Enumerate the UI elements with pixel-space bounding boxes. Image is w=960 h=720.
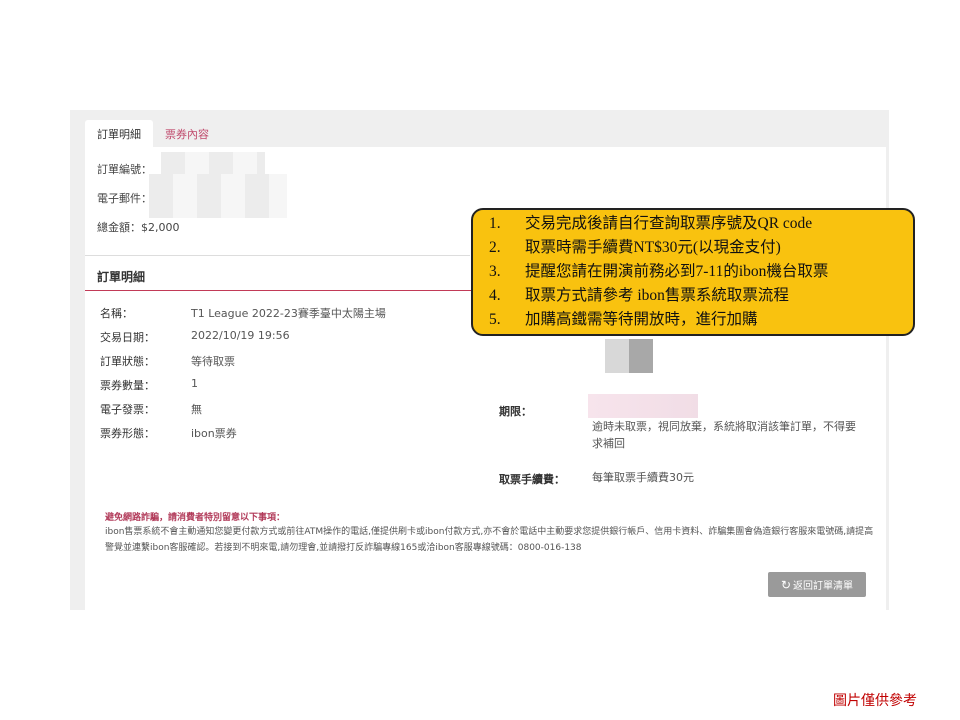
refresh-icon: ↻ [780, 577, 792, 592]
section-underline [85, 290, 485, 291]
tab-bar: 訂單明細 票券內容 [85, 120, 221, 147]
fee-label: 取票手續費： [499, 473, 565, 486]
detail-value-name: T1 League 2022-23賽季臺中太陽主場 [191, 307, 386, 320]
instruction-number: 3. [489, 263, 501, 280]
instruction-text: 取票時需手續費NT$30元(以現金支付) [525, 239, 781, 256]
instruction-item: 3. 提醒您請在開演前務必到7-11的ibon機台取票 [489, 260, 913, 284]
instruction-number: 4. [489, 287, 501, 304]
deadline-text: 逾時未取票，視同放棄，系統將取消該筆訂單，不得要求補回 [592, 420, 856, 450]
detail-value-date: 2022/10/19 19:56 [191, 329, 290, 342]
fee-value: 每筆取票手續費30元 [592, 471, 694, 484]
email-label: 電子郵件： [97, 192, 152, 205]
section-title: 訂單明細 [97, 270, 146, 284]
instruction-text: 加購高鐵需等待開放時，進行加購 [525, 311, 758, 328]
instruction-text: 交易完成後請自行查詢取票序號及QR code [525, 215, 813, 232]
warning-body: ibon售票系統不會主動通知您變更付款方式或前往ATM操作的電話,僅提供刷卡或i… [105, 527, 874, 553]
order-panel: 訂單明細 票券內容 訂單編號： 電子郵件： 總金額：$2,000 訂單明細 名稱… [70, 110, 889, 610]
back-button-label: 返回訂單清單 [793, 581, 854, 592]
reference-only-note: 圖片僅供參考 [833, 693, 917, 709]
instruction-item: 5. 加購高鐵需等待開放時，進行加購 [489, 308, 913, 332]
detail-label-date: 交易日期： [100, 331, 155, 344]
total-amount: 總金額：$2,000 [97, 221, 180, 234]
warning-title: 避免網路詐騙，請消費者特別留意以下事項： [105, 513, 286, 523]
detail-label-invoice: 電子發票： [100, 403, 155, 416]
detail-label-name: 名稱： [100, 307, 133, 320]
instruction-number: 2. [489, 239, 501, 256]
redacted-qr-code [605, 339, 653, 373]
instruction-item: 2. 取票時需手續費NT$30元(以現金支付) [489, 236, 913, 260]
redacted-deadline [588, 394, 698, 418]
detail-value-status: 等待取票 [191, 355, 235, 368]
instructions-callout: 1. 交易完成後請自行查詢取票序號及QR code 2. 取票時需手續費NT$30元… [471, 208, 915, 336]
instruction-text: 取票方式請參考 ibon售票系統取票流程 [525, 287, 789, 304]
detail-label-status: 訂單狀態： [100, 355, 155, 368]
instruction-number: 1. [489, 215, 501, 232]
detail-value-ticket-type: ibon票券 [191, 427, 237, 440]
instruction-number: 5. [489, 311, 501, 328]
instruction-item: 4. 取票方式請參考 ibon售票系統取票流程 [489, 284, 913, 308]
tab-order-details[interactable]: 訂單明細 [85, 120, 153, 147]
divider [85, 255, 470, 256]
detail-label-ticket-type: 票券形態： [100, 427, 155, 440]
instruction-item: 1. 交易完成後請自行查詢取票序號及QR code [489, 212, 913, 236]
back-to-order-list-button[interactable]: ↻ 返回訂單清單 [768, 572, 866, 597]
detail-label-quantity: 票券數量： [100, 379, 155, 392]
redacted-email [149, 174, 287, 218]
order-number-label: 訂單編號： [97, 163, 152, 176]
detail-value-quantity: 1 [191, 377, 198, 390]
detail-value-invoice: 無 [191, 403, 202, 416]
deadline-label: 期限： [499, 405, 532, 418]
instruction-text: 提醒您請在開演前務必到7-11的ibon機台取票 [525, 263, 829, 280]
tab-ticket-content[interactable]: 票券內容 [153, 120, 221, 147]
instructions-list: 1. 交易完成後請自行查詢取票序號及QR code 2. 取票時需手續費NT$30元… [489, 212, 913, 332]
